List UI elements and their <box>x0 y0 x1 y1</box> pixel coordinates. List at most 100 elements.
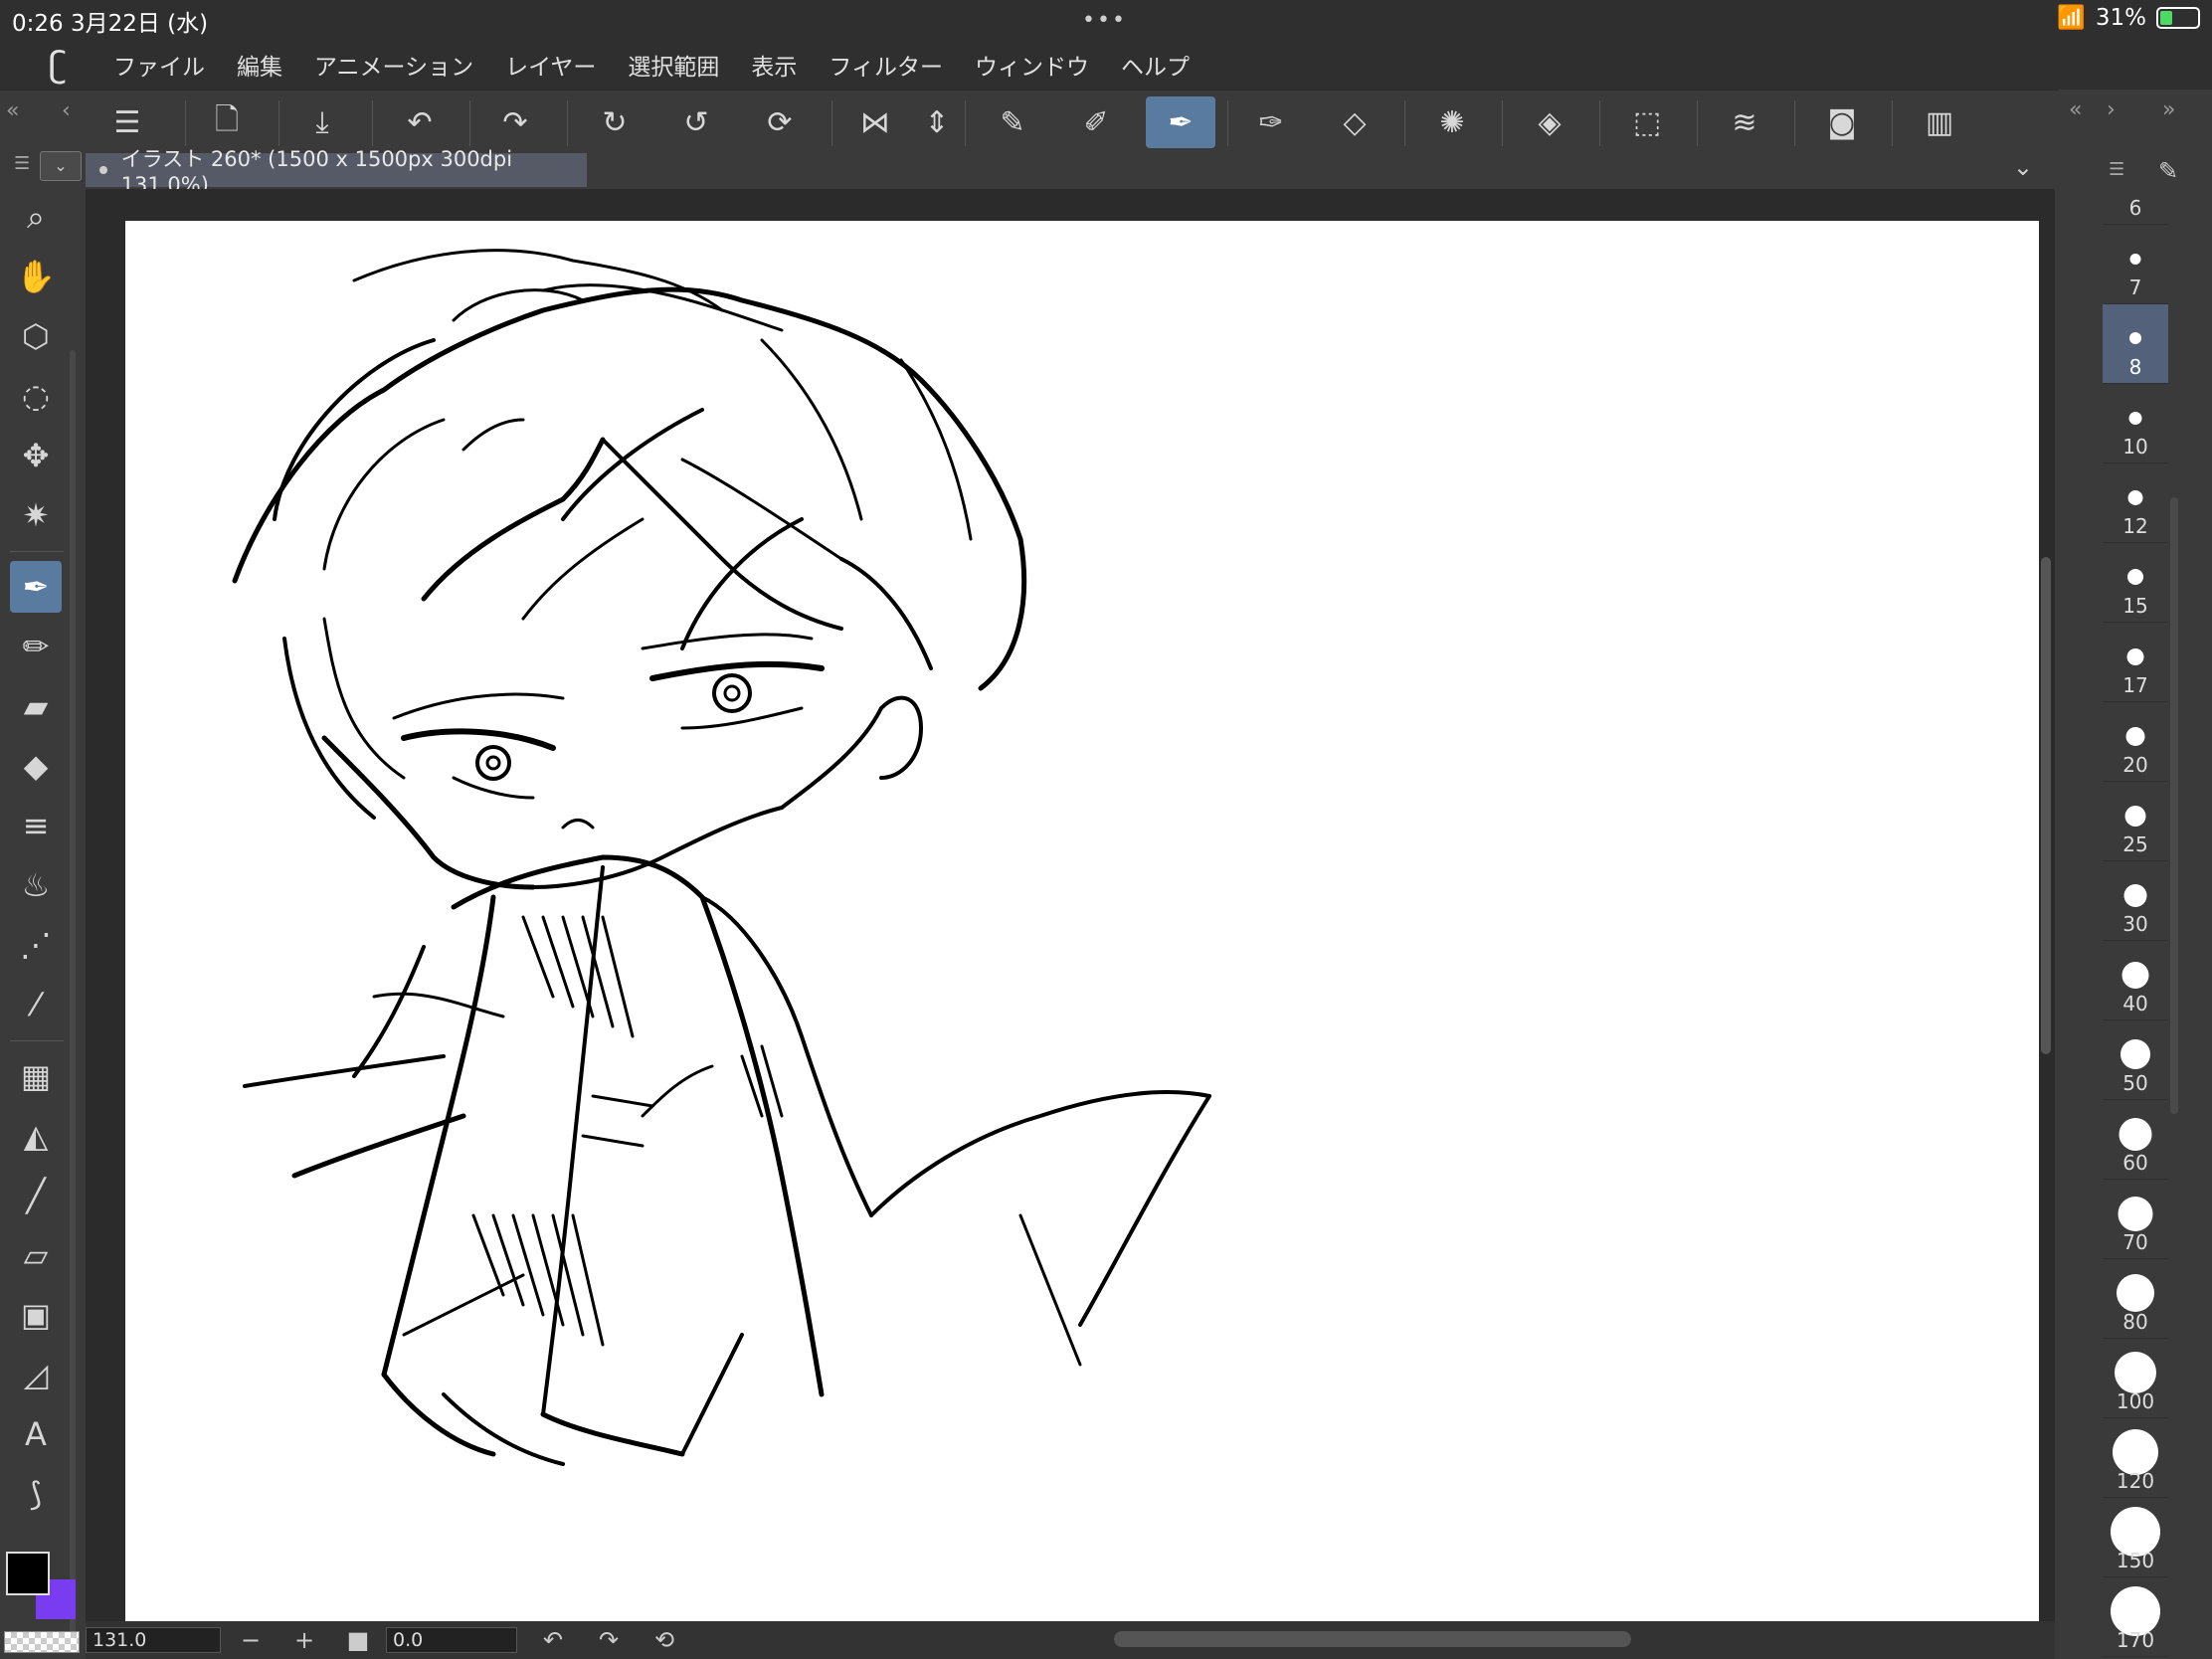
menu-edit[interactable]: 編集 <box>237 48 282 82</box>
brush-size-scrollbar[interactable] <box>2170 497 2178 1114</box>
tool-lasso[interactable]: ◌ <box>10 370 62 422</box>
brush-size-8[interactable]: 8 <box>2103 304 2168 384</box>
tool-hand[interactable]: ✋ <box>10 251 62 302</box>
palette-scrollbar[interactable] <box>70 350 76 1643</box>
brush-size-120[interactable]: 120 <box>2103 1418 2168 1498</box>
rotate-cw-button[interactable]: ↻ <box>587 96 643 148</box>
palette-menu-icon[interactable]: ☰ <box>14 153 30 174</box>
menu-view[interactable]: 表示 <box>751 48 797 82</box>
tool-balloon[interactable]: ⟆ <box>10 1468 62 1520</box>
rotate-ccw-button[interactable]: ↺ <box>668 96 724 148</box>
new-file-button[interactable]: 🗋 <box>199 96 255 148</box>
tool-hatching[interactable]: ≡ <box>10 800 62 851</box>
fill-button[interactable]: ◈ <box>1522 96 1577 148</box>
menu-layer[interactable]: レイヤー <box>505 48 596 82</box>
tool-eraser[interactable]: ◆ <box>10 740 62 792</box>
brush-size-30[interactable]: 30 <box>2103 861 2168 941</box>
flip-vertical-button[interactable]: ⇕ <box>909 96 965 148</box>
rotation-field[interactable]: 0.0 <box>386 1627 517 1653</box>
eraser-button[interactable]: ◇ <box>1327 96 1382 148</box>
chevron-left-icon[interactable]: ‹ <box>62 98 71 123</box>
tool-move[interactable]: ✥ <box>10 430 62 481</box>
pen-tool-button[interactable]: ✑ <box>1243 96 1299 148</box>
expand-right-icon[interactable]: » <box>2162 97 2175 122</box>
tool-fill[interactable]: ◭ <box>10 1110 62 1162</box>
palette-dropdown-button[interactable]: ⌄ <box>40 151 82 181</box>
clip-studio-logo-icon[interactable]: ʗ <box>30 45 86 86</box>
tool-line[interactable]: ╱ <box>10 1170 62 1221</box>
transparent-color-swatch[interactable] <box>4 1631 80 1653</box>
zoom-field[interactable]: 131.0 <box>86 1627 221 1653</box>
tool-zoom[interactable]: ⌕ <box>10 191 62 243</box>
brush-size-50[interactable]: 50 <box>2103 1020 2168 1100</box>
tool-airbrush[interactable]: ⋰ <box>10 919 62 971</box>
reset-rotation-icon[interactable]: ⟲ <box>645 1626 684 1654</box>
menu-selection[interactable]: 選択範囲 <box>628 48 719 82</box>
flip-horizontal-button[interactable]: ⋈ <box>847 96 903 148</box>
brush-size-12[interactable]: 12 <box>2103 463 2168 543</box>
tool-text[interactable]: A <box>10 1408 62 1460</box>
zoom-in-button[interactable]: + <box>284 1626 324 1654</box>
tool-gradient[interactable]: ▣ <box>10 1289 62 1341</box>
pen-pressure-button[interactable]: ✒ <box>1146 96 1215 148</box>
tool-figure[interactable]: ◿ <box>10 1349 62 1400</box>
tool-brush[interactable]: ▰ <box>10 680 62 732</box>
tool-magic-wand[interactable]: ✷ <box>10 489 62 541</box>
tool-object-select[interactable]: ⬡ <box>10 310 62 362</box>
tool-ruler[interactable]: ▱ <box>10 1229 62 1281</box>
tool-pen[interactable]: ✒ <box>10 561 62 613</box>
layers-button[interactable]: ≋ <box>1717 96 1772 148</box>
brush-size-7[interactable]: 7 <box>2103 225 2168 304</box>
brush-size-20[interactable]: 20 <box>2103 702 2168 782</box>
main-menu-button[interactable]: ☰ <box>99 96 155 148</box>
brush-size-dot-icon <box>2123 883 2147 907</box>
rotate-right-icon[interactable]: ↷ <box>589 1626 629 1654</box>
canvas-vertical-scrollbar[interactable] <box>2041 557 2051 1054</box>
chevron-down-icon[interactable]: ⌄ <box>2013 153 2033 181</box>
collapse-left-icon[interactable]: « <box>6 98 19 123</box>
tool-blend[interactable]: ♨ <box>10 859 62 911</box>
undo-button[interactable]: ↶ <box>392 96 448 148</box>
drawing-canvas[interactable] <box>125 221 2039 1621</box>
canvas-horizontal-scrollbar[interactable] <box>1114 1631 1631 1647</box>
save-button[interactable]: ⤓ <box>294 96 350 148</box>
brush-size-60[interactable]: 60 <box>2103 1100 2168 1180</box>
document-tab[interactable]: イラスト 260* (1500 x 1500px 300dpi 131.0%) <box>86 147 587 197</box>
brush-size-25[interactable]: 25 <box>2103 782 2168 861</box>
fit-view-icon[interactable]: ■ <box>338 1626 378 1654</box>
brush-size-170[interactable]: 170 <box>2103 1577 2168 1657</box>
transform-button[interactable]: ⬚ <box>1619 96 1675 148</box>
chevron-right-icon[interactable]: › <box>2107 97 2116 122</box>
pen-settings-button[interactable]: ✐ <box>1068 96 1124 148</box>
brush-size-40[interactable]: 40 <box>2103 941 2168 1020</box>
menu-filter[interactable]: フィルター <box>829 48 943 82</box>
palette-menu-icon[interactable]: ☰ <box>2109 159 2124 180</box>
brush-size-100[interactable]: 100 <box>2103 1339 2168 1418</box>
zoom-out-button[interactable]: − <box>231 1626 271 1654</box>
tool-eyedropper[interactable]: ⁄ <box>10 979 62 1030</box>
menu-window[interactable]: ウィンドウ <box>975 48 1089 82</box>
collapse-left-icon[interactable]: « <box>2069 97 2082 122</box>
brush-size-10[interactable]: 10 <box>2103 384 2168 463</box>
tool-pencil[interactable]: ✏ <box>10 621 62 672</box>
brush-size-70[interactable]: 70 <box>2103 1180 2168 1259</box>
rotate-left-icon[interactable]: ↶ <box>533 1626 573 1654</box>
brush-size-17[interactable]: 17 <box>2103 623 2168 702</box>
redo-button[interactable]: ↷ <box>487 96 543 148</box>
brush-size-tab-icon[interactable]: ✎ <box>2158 157 2178 185</box>
rotate-reset-button[interactable]: ⟳ <box>752 96 808 148</box>
brush-size-150[interactable]: 150 <box>2103 1498 2168 1577</box>
main-color-swatch[interactable] <box>6 1552 50 1595</box>
brush-settings-button[interactable]: ✎ <box>985 96 1040 148</box>
mask-button[interactable]: ◙ <box>1814 96 1870 148</box>
brush-size-15[interactable]: 15 <box>2103 543 2168 623</box>
tool-frame[interactable]: ▦ <box>10 1050 62 1102</box>
menu-file[interactable]: ファイル <box>113 48 205 82</box>
selection-spinner-button[interactable]: ✺ <box>1424 96 1480 148</box>
menu-help[interactable]: ヘルプ <box>1121 48 1190 82</box>
brush-size-80[interactable]: 80 <box>2103 1259 2168 1339</box>
menu-animation[interactable]: アニメーション <box>314 48 473 82</box>
brush-size-6[interactable]: 6 <box>2103 189 2168 225</box>
device-button[interactable]: ▥ <box>1912 96 1967 148</box>
multitasking-dots-icon[interactable]: ••• <box>1082 8 1127 33</box>
